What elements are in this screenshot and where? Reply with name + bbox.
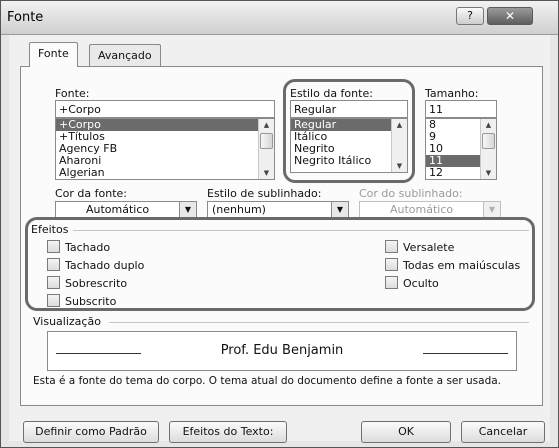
checkbox[interactable] (47, 276, 60, 289)
dialog-title: Fonte (7, 10, 44, 25)
underline-style-value: (nenhum) (212, 203, 266, 216)
arrow-down-icon[interactable]: ▼ (481, 167, 496, 179)
preview-description: Esta é a fonte do tema do corpo. O tema … (33, 375, 502, 387)
font-color-value: Automático (86, 203, 150, 216)
preview-label: Visualização (33, 315, 101, 328)
font-input[interactable]: +Corpo (55, 100, 275, 118)
font-dialog: Fonte ? ✕ Fonte Avançado Fonte: +Corpo +… (0, 0, 559, 448)
arrow-down-icon[interactable]: ▼ (259, 167, 274, 179)
size-list[interactable]: 8 9 10 11 12 ▲ ▼ (425, 118, 497, 180)
close-button[interactable]: ✕ (487, 7, 533, 25)
size-input[interactable]: 11 (425, 100, 497, 118)
close-icon: ✕ (504, 9, 516, 23)
checkbox-oculto[interactable]: Oculto (385, 276, 439, 292)
underline-style-label: Estilo de sublinhado: (207, 187, 322, 200)
title-bar: Fonte ? ✕ (1, 1, 558, 35)
arrow-up-icon[interactable]: ▲ (392, 119, 407, 131)
checkbox-label: Sobrescrito (65, 277, 128, 290)
style-list[interactable]: Regular Itálico Negrito Negrito Itálico … (290, 118, 408, 173)
tab-avancado[interactable]: Avançado (89, 44, 161, 67)
underline-style-select[interactable]: (nenhum) ▼ (207, 201, 349, 218)
checkbox[interactable] (47, 240, 60, 253)
font-list-scrollbar[interactable]: ▲ ▼ (258, 119, 274, 179)
checkbox-label: Tachado (65, 241, 111, 254)
checkbox-tachado-duplo[interactable]: Tachado duplo (47, 258, 144, 274)
checkbox[interactable] (385, 240, 398, 253)
checkbox-label: Oculto (403, 277, 439, 290)
checkbox-versalete[interactable]: Versalete (385, 240, 454, 256)
font-color-label: Cor da fonte: (55, 187, 128, 200)
checkbox-tachado[interactable]: Tachado (47, 240, 110, 256)
scroll-thumb[interactable] (260, 133, 273, 149)
checkbox-subscrito[interactable]: Subscrito (47, 294, 116, 310)
help-icon: ? (467, 9, 473, 22)
preview-sample: Prof. Edu Benjamin (220, 343, 344, 358)
arrow-up-icon[interactable]: ▲ (259, 119, 274, 131)
underline-color-label: Cor do sublinhado: (359, 187, 463, 200)
preview-divider (109, 322, 529, 323)
font-color-select[interactable]: Automático ▼ (55, 201, 197, 218)
text-effects-button[interactable]: Efeitos do Texto: (169, 421, 287, 443)
checkbox[interactable] (385, 276, 398, 289)
checkbox-label: Subscrito (65, 295, 117, 308)
arrow-down-icon[interactable]: ▼ (392, 160, 407, 172)
checkbox-label: Versalete (403, 241, 455, 254)
scroll-thumb[interactable] (482, 133, 495, 149)
checkbox[interactable] (47, 294, 60, 307)
chevron-down-icon[interactable]: ▼ (331, 202, 348, 217)
style-input[interactable]: Regular (290, 100, 408, 118)
style-label: Estilo da fonte: (290, 87, 373, 100)
checkbox-label: Tachado duplo (65, 259, 145, 272)
arrow-up-icon[interactable]: ▲ (481, 119, 496, 131)
underline-color-select[interactable]: Automático ▼ (359, 201, 501, 218)
font-label: Fonte: (55, 87, 90, 100)
effects-label: Efeitos (31, 223, 69, 236)
chevron-down-icon[interactable]: ▼ (483, 202, 500, 217)
underline-color-value: Automático (390, 203, 454, 216)
effects-divider (73, 230, 529, 231)
list-item[interactable]: Negrito Itálico (291, 155, 407, 167)
chevron-down-icon[interactable]: ▼ (179, 202, 196, 217)
checkbox[interactable] (47, 258, 60, 271)
size-label: Tamanho: (425, 87, 479, 100)
preview-baseline-right (423, 353, 508, 354)
help-button[interactable]: ? (456, 7, 484, 25)
style-list-scrollbar[interactable]: ▲ ▼ (391, 119, 407, 172)
checkbox-todas-maiusculas[interactable]: Todas em maiúsculas (385, 258, 520, 274)
ok-button[interactable]: OK (361, 421, 451, 443)
checkbox-sobrescrito[interactable]: Sobrescrito (47, 276, 127, 292)
list-item[interactable]: Algerian (56, 167, 274, 179)
cancel-button[interactable]: Cancelar (461, 421, 545, 443)
checkbox[interactable] (385, 258, 398, 271)
checkbox-label: Todas em maiúsculas (403, 259, 521, 272)
font-list[interactable]: +Corpo +Títulos Agency FB Aharoni Algeri… (55, 118, 275, 180)
size-list-scrollbar[interactable]: ▲ ▼ (480, 119, 496, 179)
tab-fonte[interactable]: Fonte (29, 42, 78, 67)
set-default-button[interactable]: Definir como Padrão (23, 421, 159, 443)
dialog-body: Fonte Avançado Fonte: +Corpo +Corpo +Tít… (9, 35, 550, 443)
preview-box: Prof. Edu Benjamin (47, 331, 517, 371)
